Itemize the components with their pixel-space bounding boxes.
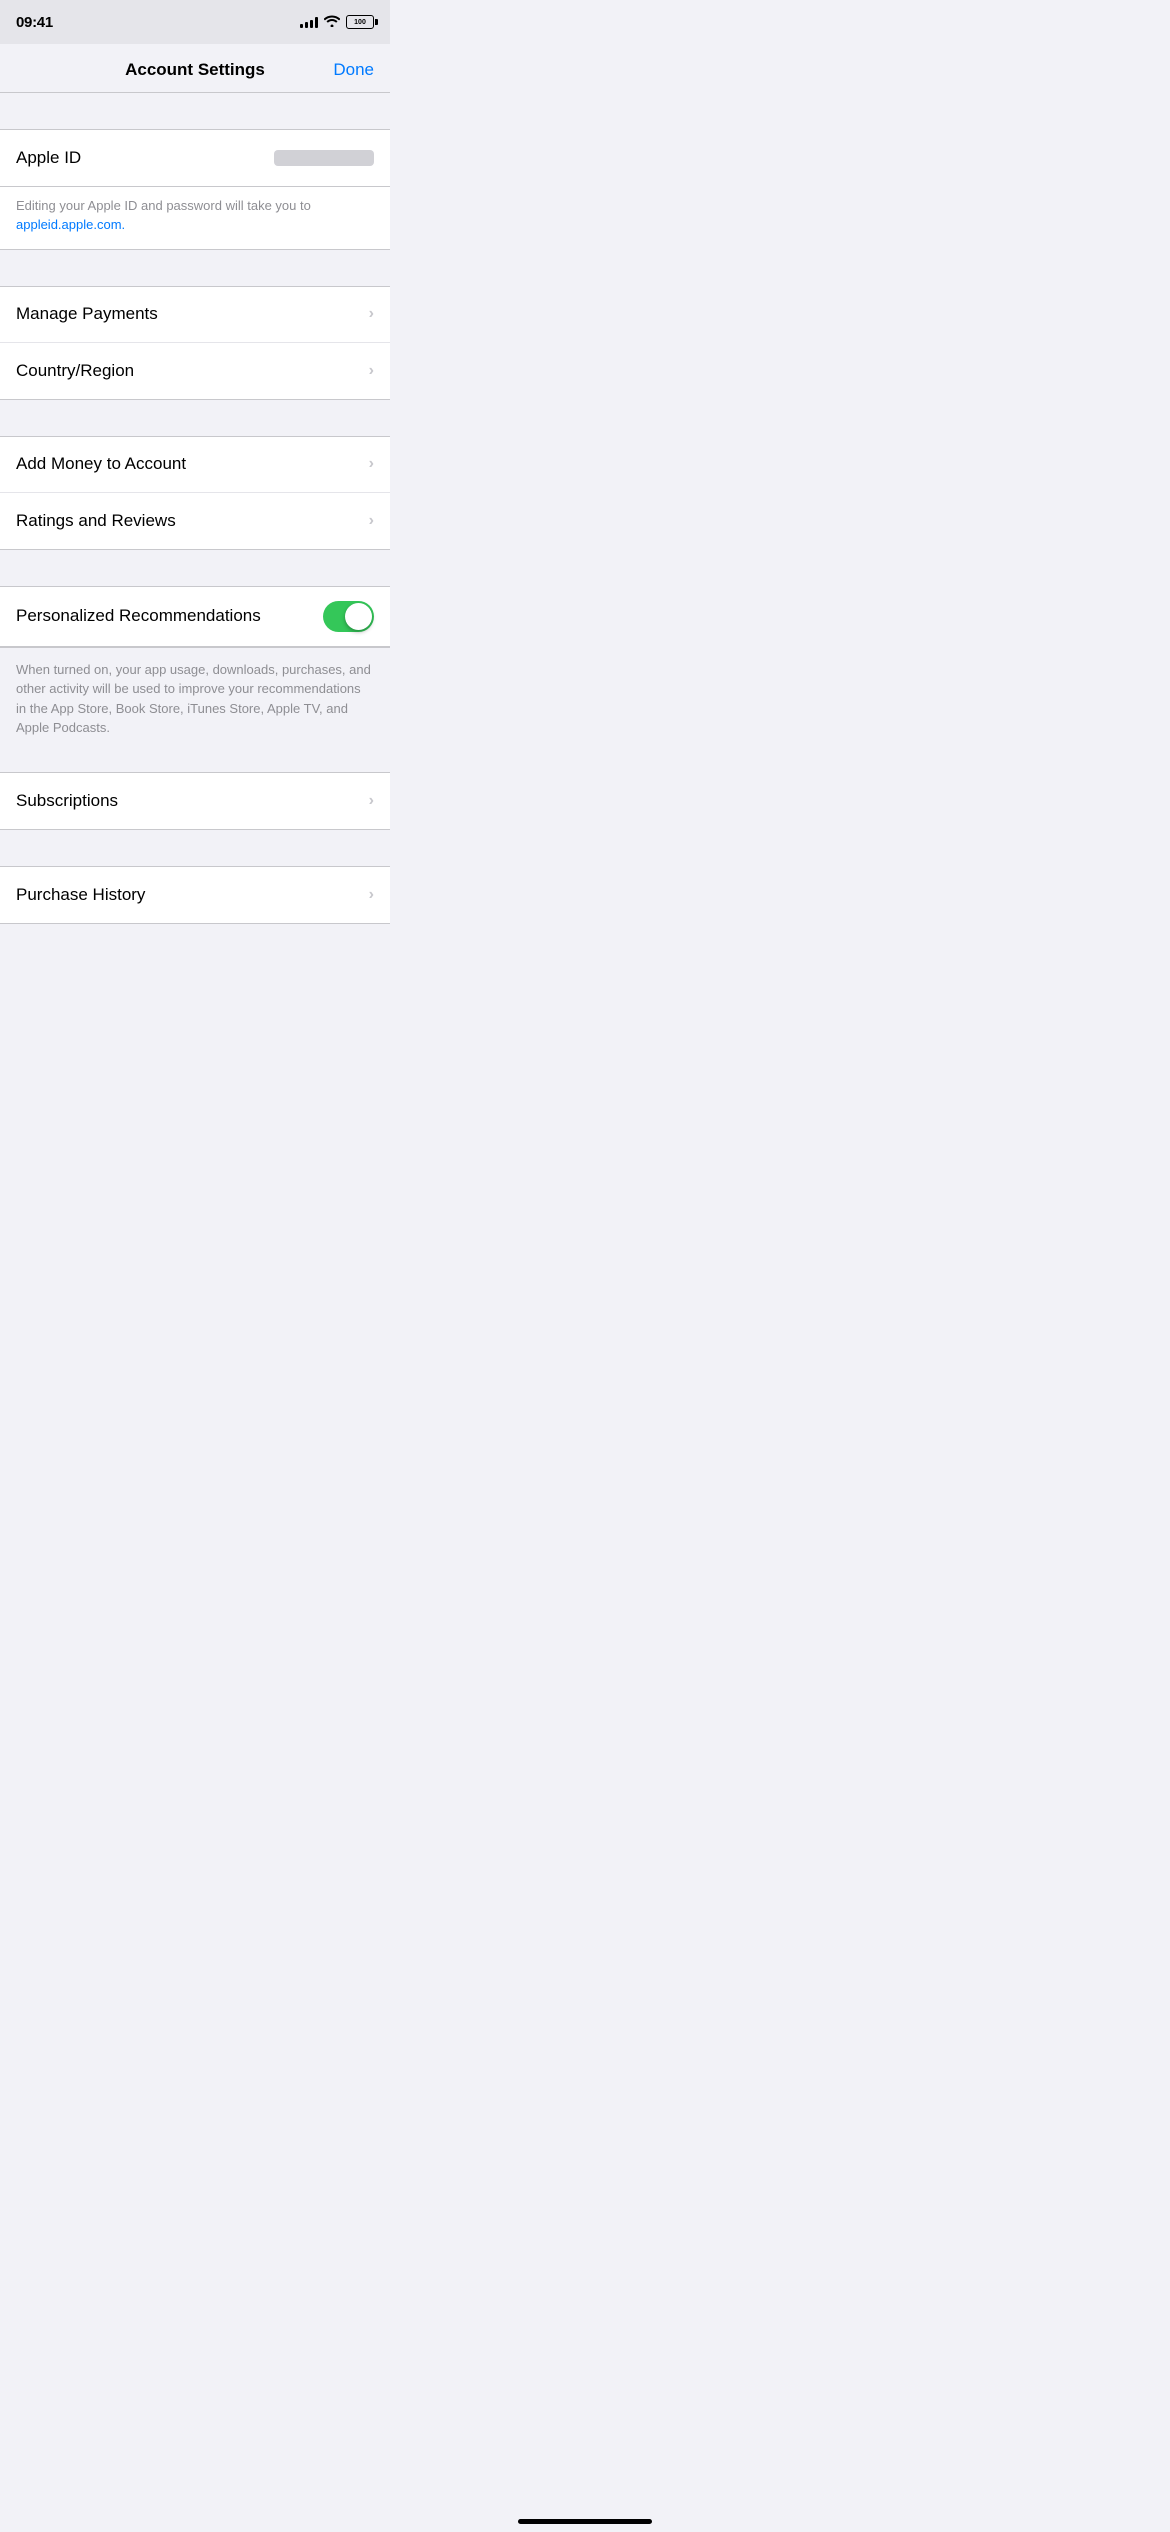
chevron-right-icon: › (369, 305, 374, 323)
toggle-thumb (345, 603, 372, 630)
apple-id-label: Apple ID (16, 148, 81, 168)
chevron-right-icon-5: › (369, 792, 374, 810)
section-gap-2 (0, 250, 390, 286)
add-money-right: › (369, 455, 374, 473)
page-title: Account Settings (66, 60, 324, 80)
status-icons: 100 (300, 15, 374, 30)
subscriptions-right: › (369, 792, 374, 810)
purchase-history-label: Purchase History (16, 885, 145, 905)
personalized-recs-row[interactable]: Personalized Recommendations (0, 587, 390, 646)
chevron-right-icon-6: › (369, 886, 374, 904)
page: 09:41 100 Account Settings Don (0, 0, 390, 964)
add-money-label: Add Money to Account (16, 454, 186, 474)
apple-id-value-container (274, 150, 374, 166)
ratings-reviews-row[interactable]: Ratings and Reviews › (0, 493, 390, 549)
manage-payments-row[interactable]: Manage Payments › (0, 287, 390, 343)
section-gap-4 (0, 550, 390, 586)
country-region-row[interactable]: Country/Region › (0, 343, 390, 399)
money-ratings-section: Add Money to Account › Ratings and Revie… (0, 436, 390, 550)
done-button[interactable]: Done (324, 60, 374, 80)
country-region-label: Country/Region (16, 361, 134, 381)
purchase-history-right: › (369, 886, 374, 904)
subscriptions-label: Subscriptions (16, 791, 118, 811)
add-money-row[interactable]: Add Money to Account › (0, 437, 390, 493)
nav-bar: Account Settings Done (0, 44, 390, 93)
personalized-recs-description: When turned on, your app usage, download… (0, 647, 390, 754)
payments-region-section: Manage Payments › Country/Region › (0, 286, 390, 400)
toggle-track (323, 601, 374, 632)
purchase-history-row[interactable]: Purchase History › (0, 867, 390, 923)
manage-payments-label: Manage Payments (16, 304, 158, 324)
chevron-right-icon-2: › (369, 362, 374, 380)
ratings-reviews-label: Ratings and Reviews (16, 511, 176, 531)
section-gap-1 (0, 93, 390, 129)
subscriptions-row[interactable]: Subscriptions › (0, 773, 390, 829)
apple-id-description: Editing your Apple ID and password will … (0, 187, 390, 250)
section-gap-5 (0, 754, 390, 772)
battery-icon: 100 (346, 15, 374, 29)
ratings-reviews-right: › (369, 512, 374, 530)
status-time: 09:41 (16, 14, 53, 31)
manage-payments-right: › (369, 305, 374, 323)
chevron-right-icon-3: › (369, 455, 374, 473)
section-gap-3 (0, 400, 390, 436)
personalized-recs-toggle[interactable] (323, 601, 374, 632)
personalized-recs-label: Personalized Recommendations (16, 606, 261, 626)
wifi-icon (324, 15, 340, 30)
personalized-recs-toggle-container (323, 601, 374, 632)
status-bar: 09:41 100 (0, 0, 390, 44)
personalized-recs-description-text: When turned on, your app usage, download… (16, 660, 374, 738)
personalized-recs-section: Personalized Recommendations (0, 586, 390, 647)
country-region-right: › (369, 362, 374, 380)
apple-id-section: Apple ID (0, 129, 390, 187)
apple-id-description-text: Editing your Apple ID and password will … (16, 197, 374, 235)
section-gap-6 (0, 830, 390, 866)
signal-icon (300, 16, 318, 28)
chevron-right-icon-4: › (369, 512, 374, 530)
subscriptions-section: Subscriptions › (0, 772, 390, 830)
home-indicator (518, 2519, 652, 2524)
apple-id-value-redacted (274, 150, 374, 166)
purchase-history-section: Purchase History › (0, 866, 390, 924)
apple-id-row[interactable]: Apple ID (0, 130, 390, 186)
apple-id-link[interactable]: appleid.apple.com. (16, 217, 125, 232)
